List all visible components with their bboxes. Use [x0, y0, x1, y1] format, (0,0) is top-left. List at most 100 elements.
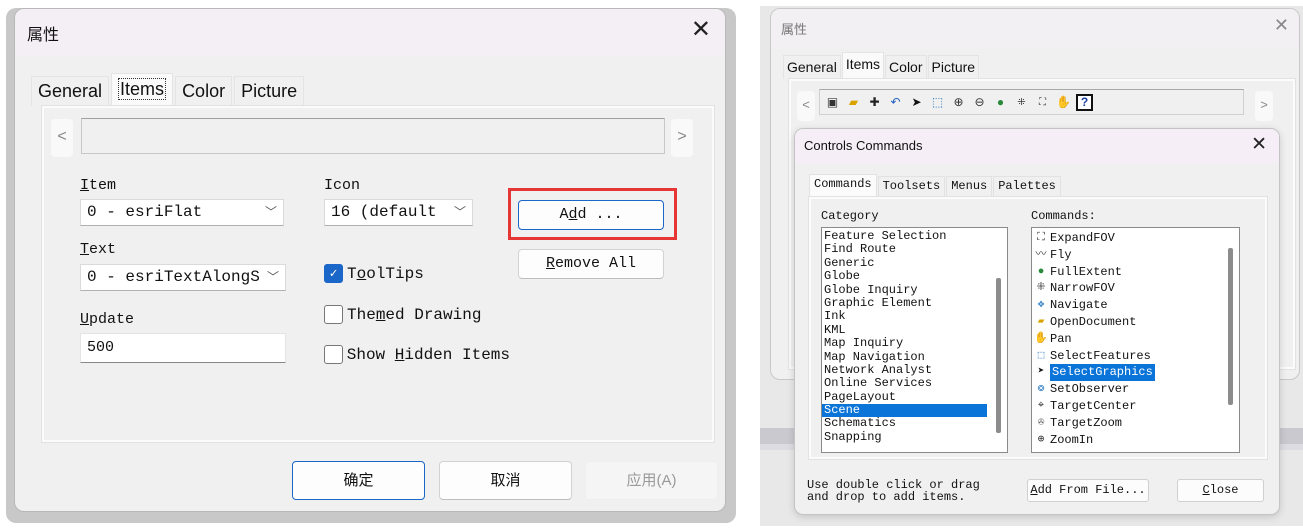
tab-color[interactable]: Color: [885, 55, 927, 79]
select-graphics-icon[interactable]: ➤: [908, 94, 925, 111]
zoom-out-icon[interactable]: ⊖: [971, 94, 988, 111]
add-data-icon[interactable]: ✚: [866, 94, 883, 111]
category-item[interactable]: Scene: [822, 403, 987, 418]
commands-label: Commands:: [1031, 209, 1096, 223]
command-item[interactable]: ⬚ SelectFeatures: [1034, 348, 1239, 365]
close-icon[interactable]: ✕: [691, 18, 711, 42]
category-item[interactable]: Graphic Element: [822, 296, 1007, 310]
tab-menus[interactable]: Menus: [946, 176, 993, 197]
pan-icon[interactable]: ✋: [1055, 94, 1072, 111]
tab-general[interactable]: General: [783, 55, 841, 79]
arrow-cursor-icon: ➤: [1037, 366, 1045, 379]
tab-picture[interactable]: Picture: [234, 76, 305, 106]
command-label: SetObserver: [1050, 382, 1130, 397]
dialog-title: 属性: [781, 22, 808, 37]
close-icon[interactable]: ✕: [1251, 133, 1267, 156]
text-select[interactable]: 0 - esriTextAlongS ﹀: [80, 264, 286, 291]
tab-toolsets[interactable]: Toolsets: [877, 176, 946, 197]
icon-size-select[interactable]: 16 (default ﹀: [324, 199, 473, 226]
command-item[interactable]: 〰 Fly: [1034, 247, 1239, 264]
command-item[interactable]: ⁜ NarrowFOV: [1034, 280, 1239, 297]
category-item[interactable]: KML: [822, 323, 1007, 337]
command-item[interactable]: ⊕ ZoomIn: [1034, 432, 1239, 449]
tab-items[interactable]: Items: [841, 52, 885, 79]
scroll-right-button[interactable]: >: [671, 119, 693, 157]
cancel-button[interactable]: 取消: [439, 461, 572, 500]
command-item[interactable]: ✋ Pan: [1034, 331, 1239, 348]
scroll-left-button[interactable]: <: [797, 91, 815, 121]
command-item[interactable]: ▰ OpenDocument: [1034, 314, 1239, 331]
full-extent-icon[interactable]: ●: [992, 94, 1009, 111]
category-item[interactable]: Find Route: [822, 242, 1007, 256]
checkbox-box: [324, 305, 343, 324]
close-button[interactable]: Close: [1177, 479, 1264, 502]
command-label: Fly: [1050, 247, 1072, 262]
scrollbar-thumb[interactable]: [996, 278, 1001, 433]
command-item[interactable]: ⛶ ExpandFOV: [1034, 230, 1239, 247]
text-value: 0 - esriTextAlongS: [87, 268, 260, 286]
select-features-icon[interactable]: ⬚: [929, 94, 946, 111]
command-item[interactable]: ❂ SetObserver: [1034, 381, 1239, 398]
category-item[interactable]: Globe: [822, 269, 1007, 283]
command-item[interactable]: ⌖ TargetCenter: [1034, 398, 1239, 415]
category-item[interactable]: Generic: [822, 256, 1007, 270]
apply-button[interactable]: 应用(A): [585, 461, 718, 500]
tab-color[interactable]: Color: [175, 76, 233, 106]
category-item[interactable]: Feature Selection: [822, 229, 1007, 243]
open-document-icon[interactable]: ▰: [845, 94, 862, 111]
tab-label: Picture: [241, 81, 298, 101]
tab-commands[interactable]: Commands: [809, 174, 877, 197]
expand-fov-icon[interactable]: ⛶: [1034, 94, 1051, 111]
whats-this-icon[interactable]: ?: [1076, 93, 1093, 111]
navigate-icon: ✥: [1037, 299, 1045, 312]
show-hidden-items-checkbox[interactable]: Show Hidden Items: [324, 345, 510, 364]
command-item[interactable]: ✥ Navigate: [1034, 297, 1239, 314]
tab-strip: General Items Color Picture: [31, 73, 306, 106]
tab-palettes[interactable]: Palettes: [993, 176, 1061, 197]
hand-icon: ✋: [1034, 332, 1048, 345]
tooltips-checkbox[interactable]: ✓ ToolTips: [324, 264, 424, 283]
category-item[interactable]: Online Services: [822, 376, 1007, 390]
remove-all-button[interactable]: Remove All: [518, 249, 664, 279]
command-item[interactable]: ● FullExtent: [1034, 264, 1239, 281]
scroll-right-button[interactable]: >: [1255, 91, 1273, 121]
update-value: 500: [87, 339, 115, 356]
command-item[interactable]: ✇ TargetZoom: [1034, 415, 1239, 432]
undo-icon[interactable]: ↶: [887, 94, 904, 111]
commands-listbox[interactable]: ⛶ ExpandFOV 〰 Fly ● FullExtent ⁜ NarrowFOV ✥ Navi…: [1031, 227, 1240, 453]
tab-strip: Commands Toolsets Menus Palettes: [809, 174, 1062, 197]
category-item[interactable]: Map Navigation: [822, 350, 1007, 364]
chevron-down-icon: ﹀: [264, 206, 277, 220]
command-label: OpenDocument: [1050, 314, 1137, 329]
title-bar: 属性 ✕: [771, 9, 1299, 49]
scrollbar-thumb[interactable]: [1228, 248, 1233, 405]
add-from-file-button[interactable]: Add From File...: [1027, 479, 1149, 502]
category-item[interactable]: Network Analyst: [822, 363, 1007, 377]
tab-items[interactable]: Items: [111, 73, 174, 105]
save-icon[interactable]: ▣: [824, 94, 841, 111]
category-item[interactable]: Snapping: [822, 430, 1007, 444]
command-item[interactable]: ➤ SelectGraphics: [1034, 364, 1239, 382]
add-button[interactable]: Add ...: [518, 200, 664, 230]
update-input[interactable]: 500: [80, 333, 286, 363]
zoom-in-icon[interactable]: ⊕: [950, 94, 967, 111]
narrow-fov-icon[interactable]: ⁜: [1013, 94, 1030, 111]
hint-text: Use double click or drag and drop to add…: [807, 479, 980, 503]
category-item[interactable]: PageLayout: [822, 390, 1007, 404]
scroll-left-button[interactable]: <: [51, 119, 73, 157]
category-item[interactable]: Schematics: [822, 417, 1007, 431]
item-select[interactable]: 0 - esriFlat ﹀: [80, 199, 284, 226]
command-label: FullExtent: [1050, 264, 1123, 279]
command-label: ExpandFOV: [1050, 231, 1115, 245]
category-item[interactable]: Globe Inquiry: [822, 283, 1007, 297]
chevron-down-icon: ﹀: [266, 271, 279, 285]
category-item[interactable]: Map Inquiry: [822, 336, 1007, 350]
close-icon[interactable]: ✕: [1274, 15, 1289, 36]
tab-general[interactable]: General: [31, 76, 110, 106]
ok-button[interactable]: 确定: [292, 461, 425, 500]
tab-picture[interactable]: Picture: [927, 55, 980, 79]
themed-drawing-checkbox[interactable]: Themed Drawing: [324, 305, 481, 324]
command-label: Pan: [1050, 331, 1072, 346]
category-listbox[interactable]: Feature Selection Find Route Generic Globe G…: [821, 227, 1008, 453]
category-item[interactable]: Ink: [822, 309, 1007, 323]
